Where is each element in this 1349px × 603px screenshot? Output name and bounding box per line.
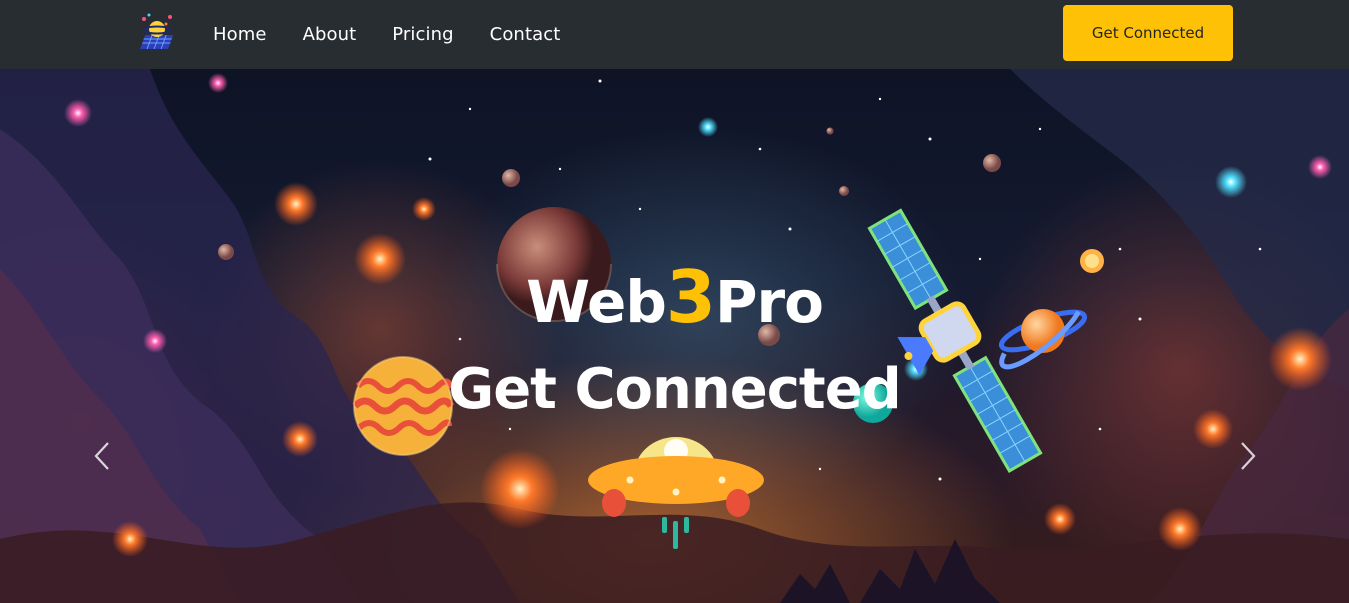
brand-prefix: Web [526,268,667,336]
nav-link-about[interactable]: About [303,24,357,45]
chevron-left-icon [94,442,109,470]
brand-suffix: Pro [714,268,824,336]
hero-carousel: Web3Pro Get Connected [0,69,1349,603]
logo[interactable] [136,11,178,55]
nav-link-home[interactable]: Home [213,24,267,45]
carousel-prev-button[interactable] [92,441,112,471]
brand-accent: 3 [665,255,716,339]
hero-subtitle: Get Connected [448,357,902,422]
nav-links: Home About Pricing Contact [213,0,596,69]
chevron-right-icon [1241,442,1256,470]
navbar: Home About Pricing Contact Get Connected [0,0,1349,69]
nav-link-pricing[interactable]: Pricing [392,24,453,45]
get-connected-button[interactable]: Get Connected [1063,5,1233,61]
nav-link-contact[interactable]: Contact [490,24,561,45]
carousel-next-button[interactable] [1238,441,1258,471]
hero-brand-title: Web3Pro [0,255,1349,339]
